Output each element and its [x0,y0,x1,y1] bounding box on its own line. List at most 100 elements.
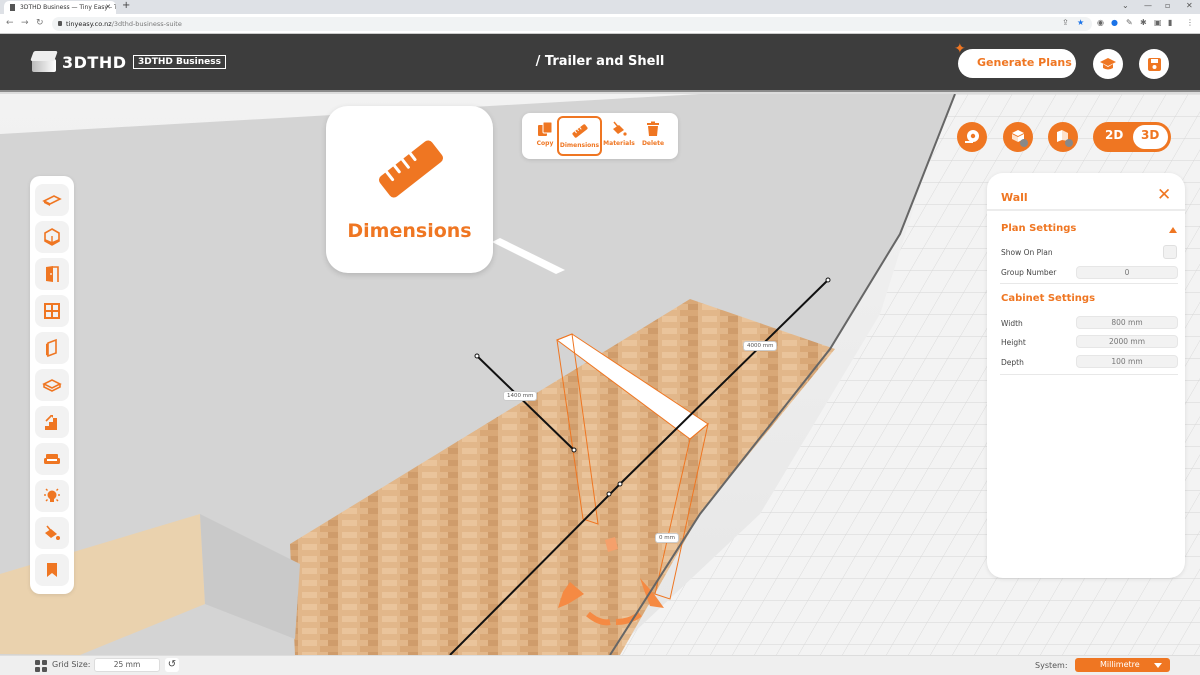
browser-menu-icon[interactable]: ⋮ [1186,18,1194,27]
furniture-icon [44,454,60,464]
depth-input[interactable]: 100 mm [1076,355,1178,368]
window-tool-button[interactable] [35,295,69,327]
materials-icon [45,525,60,540]
toggle-3d-option[interactable]: 3D [1141,128,1159,142]
toggle-2d-option[interactable]: 2D [1105,128,1123,142]
minimize-button[interactable]: — [1144,1,1152,10]
tape-measure-icon [965,130,979,143]
shell-tool-button[interactable] [35,221,69,253]
new-tab-button[interactable]: + [122,0,130,11]
width-input[interactable]: 800 mm [1076,316,1178,329]
generate-plans-button[interactable]: ✦ Generate Plans [954,41,1076,78]
dimension-endpoint[interactable] [606,491,612,497]
paint-bucket-icon [613,121,627,136]
show-walls-button[interactable] [1003,122,1033,152]
shell-icon [44,228,60,246]
url-input[interactable]: tinyeasy.co.nz/3dthd-business-suite [52,17,1092,31]
depth-label: Depth [1001,358,1024,367]
app-header: 3DTHD 3DTHD Business / Trailer and Shell… [0,34,1200,92]
door-tool-button[interactable] [35,258,69,290]
divider [1000,374,1178,375]
floor-tool-button[interactable] [35,184,69,216]
materials-button[interactable]: Materials [602,116,636,156]
browser-tab[interactable]: 3DTHD Business — Tiny Easy - Ti ✕ [4,1,116,14]
wall-panel-tool-button[interactable] [35,332,69,364]
bookmark-star-icon[interactable]: ★ [1077,18,1084,27]
ruler-icon [571,124,588,138]
show-walls-icon [1012,130,1028,147]
share-icon[interactable]: ⇪ [1062,18,1069,27]
door-icon [46,266,59,282]
unit-system-select[interactable]: Millimetre [1075,658,1170,672]
copy-label: Copy [536,140,554,147]
tutorial-button[interactable] [1093,49,1123,79]
dimension-label: 4000 mm [743,341,778,351]
graduation-cap-icon [1100,58,1116,70]
collapse-caret-icon[interactable] [1169,227,1177,233]
camera-icon[interactable]: ◉ [1097,18,1104,27]
cabinet-settings-title[interactable]: Cabinet Settings [1001,293,1095,304]
reload-icon[interactable]: ↻ [36,18,44,28]
forward-icon[interactable]: → [21,18,29,28]
browser-tab-strip: 3DTHD Business — Tiny Easy - Ti ✕ + ⌄ — … [0,0,1200,14]
plan-settings-title[interactable]: Plan Settings [1001,223,1076,234]
lighting-tool-button[interactable] [35,480,69,512]
ruler-icon [379,140,443,198]
maximize-button[interactable]: ▫ [1165,1,1170,10]
url-path: /3dthd-business-suite [111,20,182,28]
save-icon [1147,57,1161,71]
system-label: System: [1035,661,1068,670]
object-toolbar [30,176,74,594]
tab-close-icon[interactable]: ✕ [105,3,111,11]
show-on-plan-checkbox[interactable] [1163,245,1177,259]
dimension-endpoint[interactable] [474,353,480,359]
grid-size-input[interactable]: 25 mm [94,658,160,672]
extensions-puzzle-icon[interactable]: ✱ [1140,18,1147,27]
view-mode-toggle[interactable]: 2D 3D [1093,122,1171,152]
favicon-icon [10,4,15,11]
tape-measure-button[interactable] [957,122,987,152]
back-icon[interactable]: ← [6,18,14,28]
furniture-tool-button[interactable] [35,443,69,475]
properties-panel: Wall ✕ Plan Settings Show On Plan Group … [987,173,1185,578]
grid-icon [35,660,47,672]
eyedropper-icon[interactable]: ✎ [1126,18,1133,27]
width-label: Width [1001,319,1023,328]
hide-walls-icon [1057,130,1073,147]
tab-search-icon[interactable]: ⌄ [1122,1,1129,10]
height-input[interactable]: 2000 mm [1076,335,1178,348]
height-label: Height [1001,338,1026,347]
bookmark-tool-button[interactable] [35,554,69,586]
window-icon [44,303,60,319]
materials-label: Materials [603,140,635,147]
browser-address-bar: ← → ↻ tinyeasy.co.nz/3dthd-business-suit… [0,14,1200,34]
close-window-button[interactable]: ✕ [1186,1,1193,10]
delete-button[interactable]: Delete [638,116,668,156]
reset-icon[interactable]: ↺ [165,658,179,672]
group-number-input[interactable]: 0 [1076,266,1178,279]
3d-viewport[interactable]: 1400 mm 4000 mm 0 mm Dimensions Copy Dim… [0,94,1200,655]
dimension-endpoint[interactable] [617,481,623,487]
dimension-endpoint[interactable] [571,447,577,453]
group-number-label: Group Number [1001,268,1057,277]
dimensions-button[interactable]: Dimensions [557,116,602,156]
tool-preview-label: Dimensions [347,220,472,242]
tab-title: 3DTHD Business — Tiny Easy - Ti [20,4,116,11]
materials-tool-button[interactable] [35,517,69,549]
platform-tool-button[interactable] [35,369,69,401]
save-button[interactable] [1139,49,1169,79]
extension-icon[interactable]: ● [1111,18,1118,27]
profile-icon[interactable]: ▮ [1168,18,1172,27]
close-icon[interactable]: ✕ [1157,185,1171,205]
lighting-icon [44,488,60,502]
stairs-tool-button[interactable] [35,406,69,438]
dimension-endpoint[interactable] [825,277,831,283]
show-on-plan-label: Show On Plan [1001,248,1053,257]
stairs-icon [45,415,57,430]
context-toolbar: Copy Dimensions Materials Delete [522,113,678,159]
side-panel-icon[interactable]: ▣ [1154,18,1162,27]
sparkle-icon: ✦ [954,41,966,57]
hide-walls-button[interactable] [1048,122,1078,152]
dimension-label: 1400 mm [503,391,538,401]
copy-button[interactable]: Copy [530,116,560,156]
